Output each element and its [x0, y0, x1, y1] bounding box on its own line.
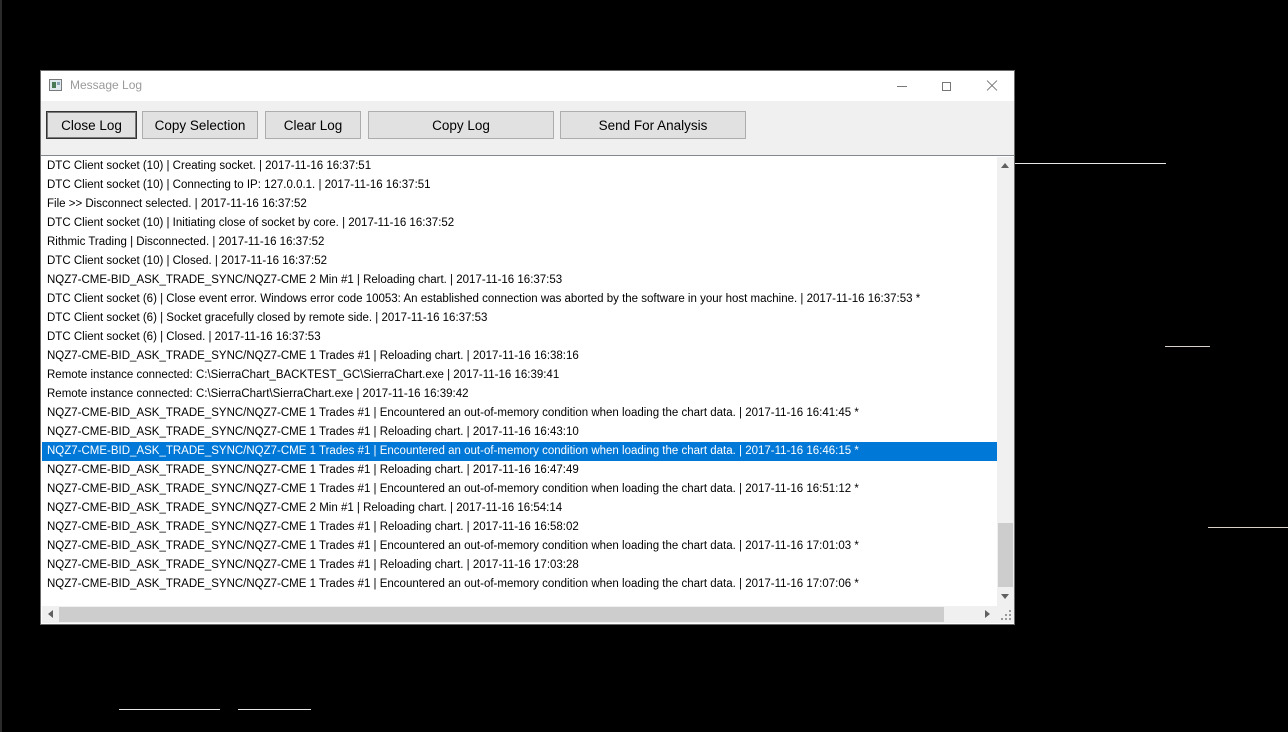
log-entry[interactable]: NQZ7-CME-BID_ASK_TRADE_SYNC/NQZ7-CME 2 M…	[42, 499, 997, 518]
background-line	[1208, 527, 1288, 528]
background-line	[1165, 346, 1210, 347]
background-line	[238, 709, 311, 710]
desktop-edge	[0, 0, 2, 732]
log-entry[interactable]: NQZ7-CME-BID_ASK_TRADE_SYNC/NQZ7-CME 1 T…	[42, 480, 997, 499]
log-entry[interactable]: NQZ7-CME-BID_ASK_TRADE_SYNC/NQZ7-CME 1 T…	[42, 575, 997, 594]
minimize-icon	[896, 85, 907, 87]
log-entry[interactable]: DTC Client socket (6) | Close event erro…	[42, 290, 997, 309]
maximize-icon	[942, 81, 951, 91]
window-title: Message Log	[70, 78, 143, 92]
log-entry[interactable]: NQZ7-CME-BID_ASK_TRADE_SYNC/NQZ7-CME 1 T…	[42, 347, 997, 366]
log-entry[interactable]: DTC Client socket (6) | Socket gracefull…	[42, 309, 997, 328]
vertical-scrollbar[interactable]	[997, 157, 1014, 606]
close-window-button[interactable]	[969, 71, 1014, 101]
toolbar: Close Log Copy Selection Clear Log Copy …	[41, 101, 1014, 155]
close-icon	[986, 80, 998, 92]
vertical-scroll-thumb[interactable]	[998, 523, 1013, 587]
app-icon	[49, 79, 62, 91]
horizontal-scroll-thumb[interactable]	[59, 607, 944, 622]
log-rows: DTC Client socket (10) | Creating socket…	[42, 157, 997, 605]
log-entry[interactable]: NQZ7-CME-BID_ASK_TRADE_SYNC/NQZ7-CME 1 T…	[42, 461, 997, 480]
log-entry[interactable]: DTC Client socket (6) | Closed. | 2017-1…	[42, 328, 997, 347]
log-entry[interactable]: NQZ7-CME-BID_ASK_TRADE_SYNC/NQZ7-CME 1 T…	[42, 556, 997, 575]
message-log-list[interactable]: DTC Client socket (10) | Creating socket…	[41, 155, 1014, 624]
log-entry[interactable]: File >> Disconnect selected. | 2017-11-1…	[42, 195, 997, 214]
log-entry[interactable]: DTC Client socket (10) | Initiating clos…	[42, 214, 997, 233]
log-entry[interactable]: NQZ7-CME-BID_ASK_TRADE_SYNC/NQZ7-CME 1 T…	[42, 404, 997, 423]
clear-log-button[interactable]: Clear Log	[265, 111, 361, 139]
scroll-right-icon[interactable]	[985, 610, 990, 618]
title-bar[interactable]: Message Log	[41, 71, 1014, 101]
resize-grip-icon[interactable]	[997, 606, 1014, 623]
log-entry[interactable]: DTC Client socket (10) | Creating socket…	[42, 157, 997, 176]
maximize-button[interactable]	[924, 71, 969, 101]
log-entry[interactable]: Rithmic Trading | Disconnected. | 2017-1…	[42, 233, 997, 252]
copy-log-button[interactable]: Copy Log	[368, 111, 554, 139]
log-entry[interactable]: NQZ7-CME-BID_ASK_TRADE_SYNC/NQZ7-CME 2 M…	[42, 271, 997, 290]
log-entry[interactable]: NQZ7-CME-BID_ASK_TRADE_SYNC/NQZ7-CME 1 T…	[42, 537, 997, 556]
minimize-button[interactable]	[879, 71, 924, 101]
scroll-down-icon[interactable]	[1001, 594, 1009, 599]
background-line	[1015, 163, 1166, 164]
scroll-up-icon[interactable]	[1001, 163, 1009, 168]
background-line	[119, 709, 220, 710]
scroll-left-icon[interactable]	[48, 610, 53, 618]
log-entry[interactable]: NQZ7-CME-BID_ASK_TRADE_SYNC/NQZ7-CME 1 T…	[42, 518, 997, 537]
log-entry[interactable]: Remote instance connected: C:\SierraChar…	[42, 385, 997, 404]
horizontal-scrollbar[interactable]	[42, 606, 997, 623]
log-entry[interactable]: DTC Client socket (10) | Closed. | 2017-…	[42, 252, 997, 271]
copy-selection-button[interactable]: Copy Selection	[142, 111, 258, 139]
log-entry[interactable]: NQZ7-CME-BID_ASK_TRADE_SYNC/NQZ7-CME 1 T…	[42, 442, 997, 461]
send-for-analysis-button[interactable]: Send For Analysis	[560, 111, 746, 139]
log-entry[interactable]: Remote instance connected: C:\SierraChar…	[42, 366, 997, 385]
close-log-button[interactable]: Close Log	[46, 111, 137, 139]
log-entry[interactable]: DTC Client socket (10) | Connecting to I…	[42, 176, 997, 195]
log-entry[interactable]: NQZ7-CME-BID_ASK_TRADE_SYNC/NQZ7-CME 1 T…	[42, 423, 997, 442]
message-log-window: Message Log Close Log Copy Selection Cle…	[40, 70, 1015, 625]
